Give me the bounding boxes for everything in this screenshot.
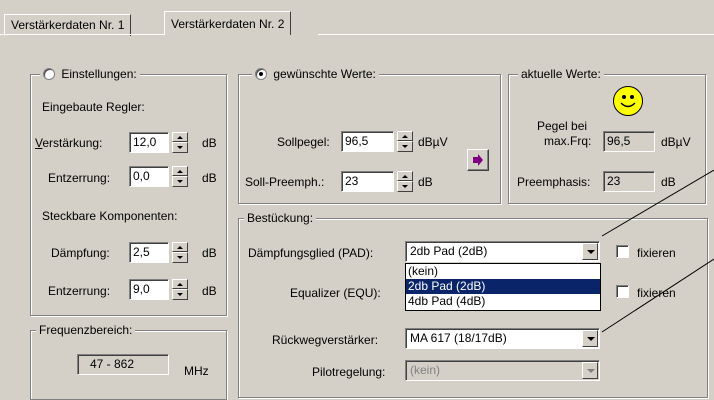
pad-fixieren-checkbox[interactable]: [616, 245, 629, 258]
pad-option[interactable]: 4db Pad (4dB): [406, 294, 600, 309]
tab-verstaerkerdaten-1[interactable]: Verstärkerdaten Nr. 1: [4, 14, 132, 36]
equ-fixieren-checkbox[interactable]: [616, 285, 629, 298]
spin-down-button[interactable]: [172, 289, 188, 300]
spin-up-button[interactable]: [397, 171, 413, 181]
verstaerkung-spinner[interactable]: [172, 132, 188, 153]
pegel-label-line1: Pegel bei: [537, 119, 588, 133]
chevron-down-icon: [587, 337, 595, 341]
entzerrung-label: Entzerrung:: [48, 171, 111, 185]
entzerrung-steckbar-spinner[interactable]: [172, 279, 188, 300]
gewuenschte-werte-legend[interactable]: gewünschte Werte:: [252, 67, 379, 81]
chevron-down-icon: [587, 250, 595, 254]
preemphasis-value: 23: [603, 171, 655, 192]
gewuenschte-werte-radio[interactable]: [255, 68, 267, 80]
chevron-down-icon: [587, 369, 595, 373]
verstaerkung-input[interactable]: 12,0: [129, 132, 169, 153]
arrow-down-icon: [177, 180, 183, 183]
spin-up-button[interactable]: [172, 242, 188, 252]
arrow-down-icon: [177, 146, 183, 149]
smiley-icon: [613, 86, 643, 116]
equ-fixieren-label[interactable]: fixieren: [637, 286, 676, 300]
eingebaute-regler-title: Eingebaute Regler:: [42, 100, 145, 114]
preemphasis-label: Preemphasis:: [517, 175, 591, 189]
pad-fixieren-label[interactable]: fixieren: [637, 246, 676, 260]
pad-option-selected[interactable]: 2db Pad (2dB): [406, 279, 600, 294]
spin-down-button[interactable]: [172, 142, 188, 153]
sollpegel-unit: dBµV: [418, 135, 448, 149]
steckbare-komponenten-title: Steckbare Komponenten:: [42, 209, 178, 223]
entzerrung-spinner[interactable]: [172, 166, 188, 187]
rueckweg-select-dropdown-button[interactable]: [582, 330, 598, 347]
spin-down-button[interactable]: [397, 141, 413, 152]
pad-option[interactable]: (kein): [406, 264, 600, 279]
pad-dropdown-list[interactable]: (kein) 2db Pad (2dB) 4db Pad (4dB): [405, 263, 601, 311]
pilot-label: Pilotregelung:: [312, 365, 386, 379]
spin-up-button[interactable]: [172, 279, 188, 289]
tab-label: Verstärkerdaten Nr. 1: [11, 18, 125, 32]
einstellungen-legend[interactable]: Einstellungen:: [40, 67, 140, 81]
arrow-up-icon: [177, 136, 183, 139]
arrow-down-icon: [402, 145, 408, 148]
aktuelle-werte-legend: aktuelle Werte:: [518, 67, 604, 81]
soll-preemph-spinner[interactable]: [397, 171, 413, 192]
frequenzbereich-legend: Frequenzbereich:: [36, 323, 136, 337]
entzerrung-steckbar-unit: dB: [202, 284, 217, 298]
frequenzbereich-value: 47 - 862: [77, 354, 169, 375]
pad-select[interactable]: 2db Pad (2dB): [405, 241, 600, 262]
arrow-up-icon: [177, 170, 183, 173]
entzerrung-steckbar-input[interactable]: 9,0: [129, 279, 169, 300]
pad-label: Dämpfungsglied (PAD):: [248, 246, 374, 260]
sollpegel-label: Sollpegel:: [277, 135, 330, 149]
arrow-down-icon: [177, 293, 183, 296]
pegel-label-line2: max.Frq:: [544, 134, 592, 148]
tab-divider: [318, 34, 714, 35]
pilot-select: (kein): [405, 360, 600, 381]
daempfung-spinner[interactable]: [172, 242, 188, 263]
sollpegel-input[interactable]: 96,5: [341, 131, 394, 152]
radio-selected-dot: [259, 72, 263, 76]
pad-select-dropdown-button[interactable]: [582, 243, 598, 260]
bestueckung-legend: Bestückung:: [244, 211, 317, 225]
preemphasis-unit: dB: [661, 175, 676, 189]
arrow-up-icon: [177, 283, 183, 286]
rueckweg-select[interactable]: MA 617 (18/17dB): [405, 328, 600, 349]
soll-preemph-label: Soll-Preemph.:: [245, 175, 325, 189]
arrow-up-icon: [402, 135, 408, 138]
spin-up-button[interactable]: [172, 166, 188, 176]
arrow-up-icon: [177, 246, 183, 249]
pegel-value: 96,5: [603, 131, 655, 152]
verstaerkung-unit: dB: [202, 136, 217, 150]
tab-label: Verstärkerdaten Nr. 2: [171, 17, 285, 31]
spin-up-button[interactable]: [397, 131, 413, 141]
arrow-right-icon: [473, 154, 483, 166]
daempfung-label: Dämpfung:: [51, 246, 110, 260]
spin-down-button[interactable]: [172, 252, 188, 263]
arrow-up-icon: [402, 175, 408, 178]
arrow-down-icon: [177, 256, 183, 259]
spin-up-button[interactable]: [172, 132, 188, 142]
sollpegel-spinner[interactable]: [397, 131, 413, 152]
frequenzbereich-unit: MHz: [184, 364, 209, 378]
daempfung-input[interactable]: 2,5: [129, 242, 169, 263]
daempfung-unit: dB: [202, 246, 217, 260]
rueckweg-label: Rückwegverstärker:: [272, 333, 379, 347]
pilot-select-dropdown-button: [582, 362, 598, 379]
soll-preemph-input[interactable]: 23: [341, 171, 394, 192]
entzerrung-steckbar-label: Entzerrung:: [48, 284, 111, 298]
spin-down-button[interactable]: [172, 176, 188, 187]
apply-button[interactable]: [467, 149, 489, 171]
arrow-down-icon: [402, 185, 408, 188]
tab-verstaerkerdaten-2[interactable]: Verstärkerdaten Nr. 2: [164, 11, 292, 35]
verstaerkung-label: Verstärkung:: [35, 136, 103, 150]
einstellungen-radio[interactable]: [43, 68, 55, 80]
entzerrung-input[interactable]: 0,0: [129, 166, 169, 187]
tab-divider: [0, 34, 164, 35]
equ-label: Equalizer (EQU):: [290, 286, 381, 300]
pegel-unit: dBµV: [661, 135, 691, 149]
spin-down-button[interactable]: [397, 181, 413, 192]
entzerrung-unit: dB: [202, 171, 217, 185]
soll-preemph-unit: dB: [418, 175, 433, 189]
